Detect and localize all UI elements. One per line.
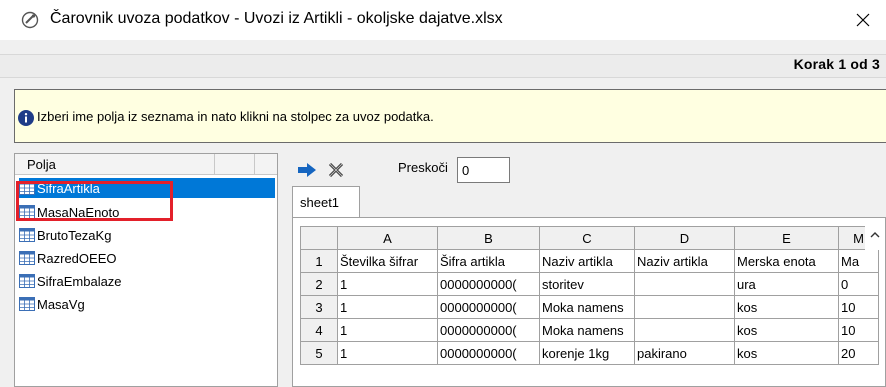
field-item-label: SifraArtikla <box>37 180 100 196</box>
field-item-label: MasaVg <box>37 296 85 312</box>
table-cell[interactable]: 0000000000( <box>437 272 540 296</box>
info-icon <box>18 110 34 126</box>
table-cell[interactable]: 0000000000( <box>437 295 540 319</box>
field-item[interactable]: SifraEmbalaze <box>19 271 275 291</box>
table-cell[interactable]: Ma <box>838 249 879 273</box>
chevron-up-icon <box>870 231 880 237</box>
table-row: 4 1 0000000000(Moka namens kos 10 <box>300 318 879 342</box>
table-cell[interactable]: 1 <box>337 295 438 319</box>
fields-column-header-empty[interactable] <box>215 154 255 174</box>
title-bar: Čarovnik uvoza podatkov - Uvozi iz Artik… <box>0 0 886 40</box>
step-band <box>0 54 886 78</box>
hint-box: Izberi ime polja iz seznama in nato klik… <box>14 89 886 143</box>
table-cell[interactable]: pakirano <box>634 341 735 365</box>
grid-corner[interactable] <box>300 226 338 250</box>
window-title: Čarovnik uvoza podatkov - Uvozi iz Artik… <box>50 10 503 27</box>
table-row: 1 Številka šifrar Šifra artikla Naziv artik… <box>300 249 879 273</box>
field-item[interactable]: MasaNaEnoto <box>19 202 275 222</box>
field-item[interactable]: SifraArtikla <box>19 178 275 198</box>
grid-toolbar: Preskoči <box>290 150 886 183</box>
table-cell[interactable]: Merska enota <box>734 249 839 273</box>
step-bar: Korak 1 od 3 <box>0 40 886 92</box>
wizard-icon <box>21 11 39 29</box>
tab-sheet1[interactable]: sheet1 <box>292 186 360 218</box>
data-grid[interactable]: ABCDEM 1 Številka šifrar Šifra artikla Nazi… <box>300 226 879 365</box>
table-row: 2 1 0000000000(storitev ura 0 <box>300 272 879 296</box>
fields-column-header[interactable]: Polja <box>15 154 215 174</box>
close-button[interactable] <box>840 0 886 40</box>
row-header[interactable]: 5 <box>300 341 338 365</box>
table-cell[interactable]: Naziv artikla <box>539 249 635 273</box>
row-header[interactable]: 2 <box>300 272 338 296</box>
row-header[interactable]: 4 <box>300 318 338 342</box>
field-item[interactable]: RazredOEEO <box>19 248 275 268</box>
table-cell[interactable]: kos <box>734 295 839 319</box>
table-cell[interactable]: 1 <box>337 272 438 296</box>
close-icon <box>856 13 870 27</box>
table-cell[interactable]: Naziv artikla <box>634 249 735 273</box>
table-cell[interactable]: 10 <box>838 318 879 342</box>
table-row: 3 1 0000000000(Moka namens kos 10 <box>300 295 879 319</box>
step-indicator: Korak 1 od 3 <box>793 56 880 72</box>
table-field-icon <box>19 205 35 219</box>
row-header[interactable]: 3 <box>300 295 338 319</box>
table-cell[interactable]: kos <box>734 341 839 365</box>
table-cell[interactable]: 0000000000( <box>437 318 540 342</box>
field-item[interactable]: BrutoTezaKg <box>19 225 275 245</box>
hint-text: Izberi ime polja iz seznama in nato klik… <box>37 109 434 124</box>
table-cell[interactable]: 0 <box>838 272 879 296</box>
table-cell[interactable]: 1 <box>337 318 438 342</box>
row-header[interactable]: 1 <box>300 249 338 273</box>
table-cell[interactable]: Moka namens <box>539 318 635 342</box>
column-header[interactable]: B <box>437 226 540 250</box>
column-header[interactable]: A <box>337 226 438 250</box>
table-cell[interactable]: 10 <box>838 295 879 319</box>
scroll-up-button[interactable] <box>865 218 885 250</box>
arrow-right-icon[interactable] <box>297 162 317 178</box>
table-cell[interactable] <box>634 295 735 319</box>
fields-list-header: Polja <box>15 154 277 175</box>
field-item-label: MasaNaEnoto <box>37 204 120 220</box>
table-cell[interactable] <box>634 318 735 342</box>
table-cell[interactable]: 1 <box>337 341 438 365</box>
table-cell[interactable]: kos <box>734 318 839 342</box>
table-cell[interactable]: Številka šifrar <box>337 249 438 273</box>
field-item[interactable]: MasaVg <box>19 294 275 314</box>
table-cell[interactable]: korenje 1kg <box>539 341 635 365</box>
table-cell[interactable] <box>634 272 735 296</box>
clear-x-icon[interactable] <box>328 162 344 178</box>
table-cell[interactable]: 20 <box>838 341 879 365</box>
table-cell[interactable]: 0000000000( <box>437 341 540 365</box>
skip-label: Preskoči <box>398 160 448 175</box>
table-row: 5 1 0000000000(korenje 1kg pakirano kos 20 <box>300 341 879 365</box>
table-cell[interactable]: Šifra artikla <box>437 249 540 273</box>
field-item-label: BrutoTezaKg <box>37 227 112 243</box>
table-cell[interactable]: storitev <box>539 272 635 296</box>
table-field-icon <box>19 181 35 195</box>
column-header[interactable]: D <box>634 226 735 250</box>
table-field-icon <box>19 251 35 265</box>
field-item-label: RazredOEEO <box>37 250 117 266</box>
table-cell[interactable]: ura <box>734 272 839 296</box>
column-header[interactable]: C <box>539 226 635 250</box>
skip-input[interactable] <box>457 157 510 183</box>
column-header[interactable]: E <box>734 226 839 250</box>
fields-list[interactable]: Polja SifraArtikla MasaNaEnoto BrutoTezaKg… <box>14 153 278 387</box>
table-cell[interactable]: Moka namens <box>539 295 635 319</box>
table-field-icon <box>19 297 35 311</box>
table-field-icon <box>19 274 35 288</box>
table-field-icon <box>19 228 35 242</box>
sheet-grid[interactable]: ABCDEM 1 Številka šifrar Šifra artikla Nazi… <box>292 217 886 387</box>
field-item-label: SifraEmbalaze <box>37 273 122 289</box>
